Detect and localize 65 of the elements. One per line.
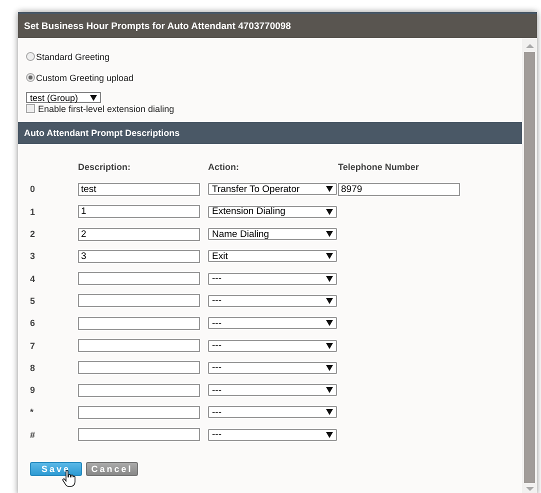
description-field[interactable] <box>78 428 200 442</box>
prompt-key: # <box>30 430 78 440</box>
radio-button[interactable] <box>26 73 35 82</box>
description-field[interactable]: 3 <box>78 250 200 263</box>
scroll-down-icon[interactable] <box>526 485 534 493</box>
column-header: Action: <box>208 162 240 172</box>
section-header: Auto Attendant Prompt Descriptions <box>18 122 522 144</box>
action-dropdown[interactable]: Extension Dialing <box>208 206 337 218</box>
prompt-key: 7 <box>30 340 78 351</box>
checkbox-label: Enable first-level extension dialing <box>38 104 174 114</box>
greeting-file-dropdown[interactable]: test (Group) <box>26 92 101 103</box>
radio-button[interactable] <box>26 52 35 61</box>
action-dropdown[interactable]: --- <box>208 294 337 307</box>
action-dropdown[interactable]: --- <box>208 406 337 418</box>
prompt-key: 1 <box>30 206 78 217</box>
description-field[interactable]: 1 <box>78 205 200 218</box>
telephone-field[interactable]: 8979 <box>338 182 460 196</box>
caret-icon <box>90 94 97 100</box>
description-field[interactable] <box>78 361 200 374</box>
caret-icon <box>326 186 333 192</box>
prompt-key: 3 <box>30 251 78 262</box>
caret-icon <box>326 364 333 371</box>
caret-icon <box>326 231 333 238</box>
caret-icon <box>326 208 333 215</box>
caret-icon <box>326 253 333 260</box>
caret-icon <box>326 387 333 394</box>
caret-icon <box>326 432 333 438</box>
action-dropdown[interactable]: Name Dialing <box>208 228 337 240</box>
radio-label: Standard Greeting <box>36 52 110 62</box>
description-field[interactable] <box>78 384 200 397</box>
caret-icon <box>326 276 333 282</box>
action-dropdown[interactable]: Transfer To Operator <box>208 183 337 196</box>
prompt-key: 5 <box>30 296 78 306</box>
prompt-key: 9 <box>30 385 78 396</box>
action-dropdown[interactable]: --- <box>208 340 337 352</box>
radio-label: Custom Greeting upload <box>36 72 134 82</box>
action-dropdown[interactable]: --- <box>208 428 337 441</box>
scroll-up-icon[interactable] <box>526 42 534 50</box>
description-field[interactable] <box>78 316 200 330</box>
description-field[interactable]: 2 <box>78 228 200 241</box>
description-field[interactable]: test <box>78 182 200 196</box>
description-field[interactable] <box>78 272 200 286</box>
caret-icon <box>326 320 333 326</box>
description-field[interactable] <box>78 339 200 352</box>
action-dropdown[interactable]: --- <box>208 384 337 396</box>
checkbox[interactable] <box>26 104 35 113</box>
action-dropdown[interactable]: --- <box>208 362 337 374</box>
scrollbar-thumb[interactable] <box>524 52 535 483</box>
prompt-key: * <box>30 407 78 418</box>
action-dropdown[interactable]: --- <box>208 317 337 330</box>
action-dropdown[interactable]: --- <box>208 272 337 285</box>
caret-icon <box>326 298 333 304</box>
description-field[interactable] <box>78 406 200 419</box>
prompt-key: 8 <box>30 362 78 373</box>
prompt-key: 4 <box>30 274 78 284</box>
prompt-key: 0 <box>30 184 78 194</box>
column-header: Description: <box>78 162 132 172</box>
prompt-key: 6 <box>30 318 78 328</box>
column-header: Telephone Number <box>338 162 420 172</box>
prompt-key: 2 <box>30 229 78 240</box>
action-dropdown[interactable]: Exit <box>208 250 337 262</box>
caret-icon <box>326 409 333 416</box>
window-title: Set Business Hour Prompts for Auto Attendant 4703770098 <box>18 14 537 38</box>
caret-icon <box>326 342 333 349</box>
description-field[interactable] <box>78 294 200 308</box>
